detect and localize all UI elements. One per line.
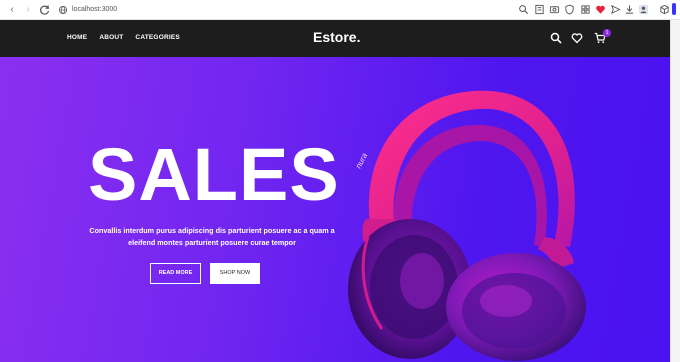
search-icon[interactable] (518, 4, 529, 15)
address-bar[interactable]: localhost:3000 (72, 4, 117, 16)
main-menu: HOME ABOUT CATEGORIES (67, 34, 180, 41)
globe-icon (58, 5, 68, 15)
profile-icon[interactable] (638, 4, 649, 15)
hero-banner: SALES Convallis interdum purus adipiscin… (0, 57, 670, 362)
menu-categories[interactable]: CATEGORIES (135, 34, 180, 41)
read-icon[interactable] (534, 4, 545, 15)
download-icon[interactable] (624, 4, 635, 15)
tablet-icon (672, 3, 676, 15)
menu-about[interactable]: ABOUT (99, 34, 123, 41)
hero-subtitle: Convallis interdum purus adipiscing dis … (89, 226, 335, 247)
headphones-product-image: nura (348, 90, 586, 361)
site-logo[interactable]: Estore. (313, 29, 360, 45)
back-icon[interactable]: ‹ (6, 4, 18, 16)
site-search-icon[interactable] (550, 32, 562, 44)
reload-icon[interactable] (39, 4, 51, 16)
hero-title: SALES (88, 133, 340, 216)
cart-count-badge: 1 (603, 29, 611, 37)
menu-home[interactable]: HOME (67, 34, 87, 41)
wishlist-heart-icon[interactable] (571, 32, 583, 44)
forward-icon[interactable]: › (22, 4, 34, 16)
grid-icon[interactable] (580, 4, 591, 15)
heart-icon[interactable] (595, 4, 606, 15)
send-icon[interactable] (610, 4, 621, 15)
extensions-icon[interactable] (659, 4, 670, 15)
product-brand-label: nura (354, 151, 370, 170)
shield-icon[interactable] (564, 4, 575, 15)
shop-now-button[interactable]: SHOP NOW (210, 263, 260, 284)
browser-toolbar: ‹ › localhost:3000 (0, 0, 680, 20)
page-scrollbar[interactable] (670, 20, 680, 362)
screenshot-icon[interactable] (549, 4, 560, 15)
read-more-button[interactable]: READ MORE (150, 263, 201, 284)
site-header: HOME ABOUT CATEGORIES Estore. 1 (0, 20, 670, 57)
